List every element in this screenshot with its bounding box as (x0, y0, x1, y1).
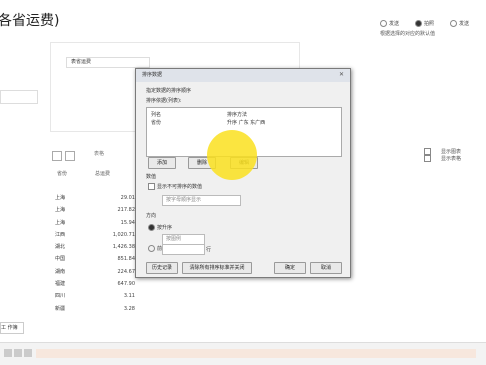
tab-table[interactable]: 表格 (94, 150, 104, 157)
col1-header: 列名 (151, 112, 162, 118)
list-item: 湖北 1,426.38 (55, 244, 135, 251)
criteria-row-method[interactable]: 升序 广东 东广西 (227, 119, 265, 126)
direction-label: 方向 (146, 213, 157, 219)
ok-button[interactable]: 确定 (274, 262, 306, 274)
display-order-select[interactable]: 按字母顺序显示 (162, 195, 241, 206)
show-unsortable-checkbox[interactable]: 显示不可排序的数值 (148, 183, 202, 190)
status-bar (0, 342, 486, 365)
col2-header: 排序方法 (227, 112, 248, 118)
section-label: 指定数据的排序顺序 (146, 88, 192, 94)
cancel-button[interactable]: 取消 (310, 262, 342, 274)
criteria-row-column[interactable]: 省份 (151, 119, 161, 126)
view-switcher (52, 146, 78, 165)
close-icon[interactable]: ✕ (337, 71, 346, 79)
radio-icon (450, 20, 458, 27)
list-item: 湖南 224.67 (55, 268, 135, 275)
left-field[interactable] (0, 90, 38, 104)
filter-input[interactable]: 表省运费 (66, 57, 150, 68)
radio-icon (415, 20, 423, 27)
sort-by-label: 排序依据(列表): (146, 98, 182, 104)
top-n-radio[interactable]: 前 (148, 245, 162, 252)
checkbox-icon (424, 148, 431, 155)
data-list: 上海 29.01 上海 217.82 上海 15.94 江西 1,020.71 湖北 1,… (55, 192, 135, 315)
list-item: 上海 15.94 (55, 219, 135, 226)
column-header-freight: 总运费 (95, 171, 111, 177)
options-section-label: 数值 (146, 174, 157, 180)
options-panel: 发送 拍照 发送 根据选择的对应的默认值 (380, 12, 482, 46)
page-title: 各省运费) (0, 13, 60, 29)
checkbox-icon (424, 155, 431, 162)
progress-bar (36, 349, 476, 358)
radio-icon (148, 224, 155, 231)
list-item: 四川 3.11 (55, 293, 135, 300)
display-options: 显示图表 显示表格 (424, 148, 486, 162)
show-table-checkbox[interactable]: 显示表格 (424, 155, 471, 162)
list-item: 新疆 3.28 (55, 305, 135, 312)
workbook-field[interactable]: 工 作簿 (0, 322, 24, 334)
show-chart-checkbox[interactable]: 显示图表 (424, 148, 471, 155)
prev-page-icon[interactable] (14, 349, 22, 357)
grid-view-icon[interactable] (52, 151, 62, 161)
cursor-highlight (207, 130, 257, 180)
next-page-icon[interactable] (24, 349, 32, 357)
checkbox-icon (148, 183, 155, 190)
dialog-title: 排序数据 (136, 69, 350, 82)
history-button[interactable]: 历史记录 (146, 262, 178, 274)
list-item: 中国 851.84 (55, 256, 135, 263)
radio-icon (380, 20, 387, 27)
option-radio-a[interactable]: 发送 (380, 20, 399, 27)
column-header-province: 省份 (57, 171, 68, 177)
top-n-input[interactable] (162, 244, 205, 255)
option-radio-c[interactable]: 发送 (450, 20, 469, 27)
radio-icon (148, 245, 155, 252)
list-item: 上海 29.01 (55, 195, 135, 201)
add-button[interactable]: 添加 (148, 157, 176, 169)
rows-suffix: 行 (206, 247, 212, 253)
option-radio-b[interactable]: 拍照 (415, 20, 434, 27)
first-page-icon[interactable] (4, 349, 12, 357)
list-item: 上海 217.82 (55, 207, 135, 214)
list-item: 江西 1,020.71 (55, 231, 135, 238)
clear-and-close-button[interactable]: 清除所有排序标准并关闭 (182, 262, 252, 274)
list-view-icon[interactable] (65, 151, 75, 161)
list-item: 福建 647.90 (55, 281, 135, 288)
ascending-radio[interactable]: 按升序 (148, 224, 172, 231)
options-hint: 根据选择的对应的默认值 (380, 31, 436, 37)
